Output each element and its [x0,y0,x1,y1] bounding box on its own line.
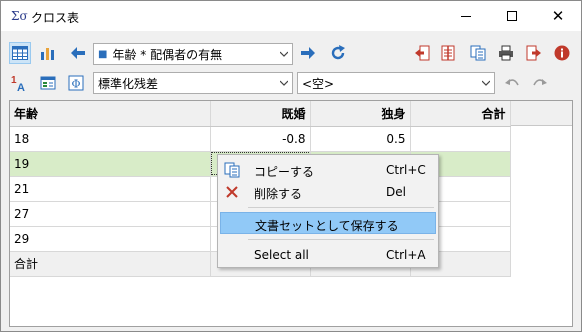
column-header-age[interactable]: 年齢 [10,101,211,127]
bar-chart-icon [41,48,54,60]
window-title: クロス表 [31,11,80,25]
phi-icon: Φ [68,75,84,91]
import-icon [415,45,430,61]
maximize-button[interactable] [489,1,535,31]
menu-item-save-as-document-set[interactable]: 文書セットとして保存する [220,212,436,234]
undo-button[interactable] [501,72,523,94]
main-toolbar: ■ 年齢 * 配偶者の有無 [1,38,581,70]
forward-button[interactable] [297,42,319,64]
sigma-icon: Σσ [11,9,28,23]
chart-view-button[interactable] [37,42,59,64]
filter-combo[interactable]: <空> [297,72,495,94]
column-header-married[interactable]: 既婚 [210,101,311,127]
row-label[interactable]: 29 [10,226,211,252]
info-icon [554,45,570,61]
redo-icon [533,79,547,86]
context-menu: コピーする Ctrl+C 削除する Del 文書セットとして保存する Selec… [217,154,439,268]
header-row: 年齢 既婚 独身 合計 [10,101,511,127]
arrow-left-icon [71,47,85,59]
header-filler [511,101,572,126]
chevron-down-icon [280,79,288,87]
row-label[interactable]: 27 [10,201,211,227]
close-button[interactable]: ✕ [535,1,581,31]
delete-icon [226,186,238,198]
row-label[interactable]: 19 [10,151,211,177]
title-bar: Σσ クロス表 ✕ [1,1,581,31]
phi-button[interactable]: Φ [65,72,87,94]
table-icon [12,46,28,60]
column-header-total[interactable]: 合計 [410,101,511,127]
refresh-button[interactable] [327,42,349,64]
layout-button[interactable] [37,72,59,94]
table-cell[interactable]: -0.8 [210,126,311,152]
row-label[interactable]: 合計 [10,251,211,277]
close-icon: ✕ [551,7,565,25]
refresh-icon [331,45,345,60]
split-icon [441,45,455,61]
layout-icon [40,76,56,90]
menu-item-label: 削除する [254,187,303,201]
copy-icon [470,45,486,61]
menu-item-delete[interactable]: 削除する Del [220,181,436,203]
menu-item-label: コピーする [254,165,315,179]
minimize-button[interactable] [443,1,489,31]
sort-icon: 1 A [11,75,25,92]
column-header-single[interactable]: 独身 [310,101,411,127]
import-button[interactable] [411,42,433,64]
table-view-button[interactable] [9,42,31,64]
variable-combo-value: 年齢 * 配偶者の有無 [112,47,223,62]
row-label[interactable]: 21 [10,176,211,202]
statistic-combo[interactable]: 標準化残差 [93,72,293,94]
maximize-icon [507,11,517,21]
menu-item-shortcut: Ctrl+A [386,248,426,262]
table-row[interactable]: 18 -0.8 0.5 [10,126,511,152]
back-button[interactable] [67,42,89,64]
svg-text:A: A [17,82,25,92]
crosstab-window: Σσ クロス表 ✕ ■ 年齢 * 配偶者の有無 1 A Φ 標準化残差 <空> … [0,0,582,332]
menu-item-shortcut: Ctrl+C [386,163,426,177]
table-cell[interactable] [410,126,511,152]
menu-item-shortcut: Del [386,185,406,199]
print-button[interactable] [495,42,517,64]
redo-button[interactable] [529,72,551,94]
copy-button[interactable] [467,42,489,64]
split-button[interactable] [437,42,459,64]
menu-item-label: 文書セットとして保存する [255,219,399,233]
variable-bullet-icon: ■ [98,48,108,60]
menu-separator [248,239,434,240]
menu-item-copy[interactable]: コピーする Ctrl+C [220,159,436,181]
export-icon [526,45,541,61]
menu-item-label: Select all [254,248,309,262]
arrow-right-icon [301,47,315,59]
copy-icon [224,162,240,178]
table-cell[interactable]: 0.5 [310,126,411,152]
undo-icon [505,79,519,86]
row-label[interactable]: 18 [10,126,211,152]
secondary-toolbar: 1 A Φ 標準化残差 <空> [1,70,581,96]
menu-separator [248,207,434,208]
menu-item-select-all[interactable]: Select all Ctrl+A [220,244,436,266]
svg-text:Φ: Φ [72,78,81,91]
statistic-combo-value: 標準化残差 [98,76,159,91]
minimize-icon [461,15,471,17]
sort-button[interactable]: 1 A [9,72,31,94]
filter-combo-value: <空> [302,76,335,91]
chevron-down-icon [280,50,288,58]
chevron-down-icon [482,79,490,87]
variable-combo[interactable]: ■ 年齢 * 配偶者の有無 [93,43,293,65]
export-button[interactable] [523,42,545,64]
info-button[interactable] [551,42,573,64]
print-icon [499,45,513,61]
